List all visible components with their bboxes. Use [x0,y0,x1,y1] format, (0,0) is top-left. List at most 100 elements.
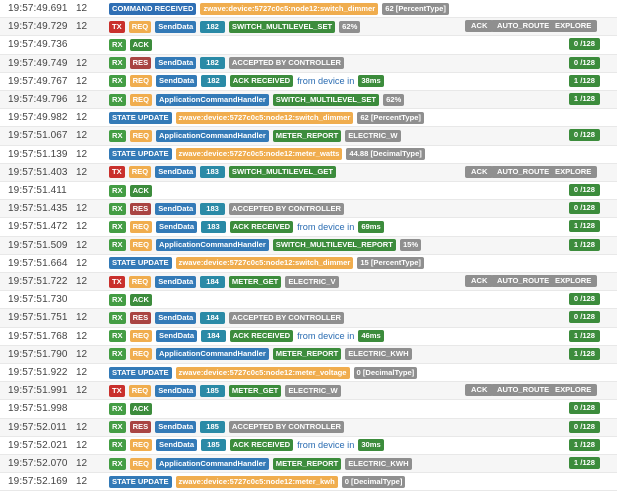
log-row[interactable]: 19:57:52.169 12 STATE UPDATE zwave:device:5… [0,473,617,492]
tag-badge: SendData [155,57,197,70]
tag-badge: 182 [200,57,225,70]
log-row[interactable]: 19:57:51.768 12 RX REQ SendData 184 ACK RECEIV… [0,328,617,346]
tag-badge: 185 [200,384,225,397]
tag-badge: SendData [155,202,197,215]
node-id: 12 [76,112,88,124]
tag-badge: RES [129,202,152,215]
log-row[interactable]: 19:57:49.691 12 COMMAND RECEIVED zwave:devi… [0,0,617,19]
log-row[interactable]: 19:57:49.796 12 RX REQ ApplicationCommandHan… [0,91,617,110]
tag-badge: METER_GET [228,275,282,288]
queue-count-badge: 0 /128 [568,402,600,415]
timestamp: 19:57:49.749 [8,57,68,69]
queue-count-badge: 0 /128 [568,184,600,196]
node-id: 12 [76,421,88,433]
tag-badge: REQ [129,93,153,106]
log-row[interactable]: 19:57:51.730 RX ACK 0 /128 [0,291,617,310]
log-row[interactable]: 19:57:51.722 12 TX REQ SendData 184 METER_GET E… [0,273,617,292]
tag-badge: RX [109,348,126,361]
tag-badge: 184 [200,275,225,288]
tag-badge: RX [109,93,126,106]
message-tags: RX REQ ApplicationCommandHandler METER_REPO… [109,457,412,470]
tag-badge: RX [109,311,126,324]
message-tags: COMMAND RECEIVED zwave:device:5727c0c5:no… [109,2,449,15]
log-row[interactable]: 19:57:51.411 RX ACK 0 /128 [0,182,617,201]
tag-badge: ACK [129,293,153,306]
tag-badge: METER_REPORT [272,129,342,142]
log-row[interactable]: 19:57:51.435 12 RX RES SendData 183 ACCEPTED B… [0,200,617,219]
log-row[interactable]: 19:57:52.070 12 RX REQ ApplicationCommandHan… [0,455,617,474]
log-row[interactable]: 19:57:49.729 12 TX REQ SendData 182 SWITCH_MUL… [0,18,617,37]
log-row[interactable]: 19:57:51.991 12 TX REQ SendData 185 METER_GET E… [0,382,617,401]
log-row[interactable]: 19:57:51.998 RX ACK 0 /128 [0,400,617,419]
tag-badge: REQ [129,75,153,88]
log-row[interactable]: 19:57:49.982 12 STATE UPDATE zwave:device:5… [0,109,617,128]
timestamp: 19:57:51.768 [8,330,68,342]
tag-badge: ACCEPTED BY CONTROLLER [228,311,345,324]
message-tags: RX REQ ApplicationCommandHandler METER_REPO… [109,348,412,361]
tag-badge: SendData [156,439,198,452]
tag-badge: 185 [201,439,226,452]
tag-badge: SendData [156,330,198,343]
log-row[interactable]: 19:57:49.767 12 RX REQ SendData 182 ACK RECEIV… [0,73,617,91]
tag-badge: RES [129,57,152,70]
tag-badge: zwave:device:5727c0c5:node12:meter_volta… [175,366,350,379]
message-tags: RX ACK [109,293,153,306]
queue-count-badge: 1 /128 [568,347,600,360]
log-row[interactable]: 19:57:51.751 12 RX RES SendData 184 ACCEPTED B… [0,309,617,328]
tag-badge: STATE UPDATE [109,257,172,270]
log-row[interactable]: 19:57:52.021 12 RX REQ SendData 185 ACK RECEIV… [0,437,617,455]
transmit-option-badge: ACK [465,275,494,287]
node-id: 12 [76,257,88,269]
queue-count-badge: 1 /128 [568,238,600,251]
node-id: 12 [76,148,88,160]
message-tags: RX ACK [109,184,153,197]
tag-badge: 62% [339,20,361,33]
log-row[interactable]: 19:57:49.736 RX ACK 0 /128 [0,36,617,55]
log-row[interactable]: 19:57:51.139 12 STATE UPDATE zwave:device:5… [0,146,617,164]
timestamp: 19:57:49.729 [8,21,68,33]
message-tags: RX REQ SendData 183 ACK RECEIVED from device … [109,220,384,233]
log-row[interactable]: 19:57:51.790 12 RX REQ ApplicationCommandHan… [0,345,617,364]
tag-badge: 184 [200,311,225,324]
transmit-option-badge: ACK [465,20,494,33]
node-id: 12 [76,203,88,215]
queue-count-badge: 0 /128 [568,293,600,306]
tag-badge: METER_REPORT [272,348,342,361]
log-row[interactable]: 19:57:51.509 12 RX REQ ApplicationCommandHan… [0,236,617,255]
queue-count-badge: 0 /128 [568,420,600,433]
transmit-option-badge: EXPLORE [549,20,598,33]
tag-badge: RX [109,202,126,215]
timestamp: 19:57:51.509 [8,239,68,251]
log-row[interactable]: 19:57:49.749 12 RX RES SendData 182 ACCEPTED B… [0,54,617,73]
tag-badge: REQ [129,439,153,452]
tag-badge: REQ [129,239,153,252]
node-id: 12 [76,312,88,324]
tag-badge: SendData [155,20,197,33]
log-row[interactable]: 19:57:51.067 12 RX REQ ApplicationCommandHan… [0,127,617,146]
tag-badge: ACK RECEIVED [229,330,294,343]
queue-count-badge: 0 /128 [568,129,600,142]
tag-badge: 62 [PercentType] [382,2,449,15]
log-row[interactable]: 19:57:51.664 12 STATE UPDATE zwave:device:5… [0,255,617,273]
tag-badge: 15 [PercentType] [357,257,424,270]
message-tags: STATE UPDATE zwave:device:5727c0c5:node12… [109,475,406,488]
log-row[interactable]: 19:57:51.472 12 RX REQ SendData 183 ACK RECEIV… [0,218,617,237]
tag-badge: RX [109,38,126,51]
log-row[interactable]: 19:57:51.922 12 STATE UPDATE zwave:device:5… [0,364,617,383]
transmit-option-badge: AUTO_ROUTE [491,275,556,287]
tag-badge: RX [109,439,126,452]
queue-count-badge: 0 /128 [568,202,600,215]
log-row[interactable]: 19:57:51.403 12 TX REQ SendData 183 SWITCH_MUL… [0,163,617,182]
tag-badge: RX [109,239,126,252]
message-tags: RX RES SendData 182 ACCEPTED BY CONTROLLER [109,57,345,70]
tag-badge: SWITCH_MULTILEVEL_SET [272,93,380,106]
log-row[interactable]: 19:57:52.011 12 RX RES SendData 185 ACCEPTED B… [0,418,617,437]
message-tags: STATE UPDATE zwave:device:5727c0c5:node12… [109,111,424,124]
tag-badge: ACK [129,184,153,197]
tag-badge: ELECTRIC_W [345,129,401,142]
tag-badge: 44.88 [DecimalType] [346,148,425,161]
tag-badge: SendData [155,421,197,434]
tag-badge: 38ms [358,75,384,88]
tag-badge: TX [109,275,125,288]
timestamp: 19:57:49.691 [8,3,68,14]
